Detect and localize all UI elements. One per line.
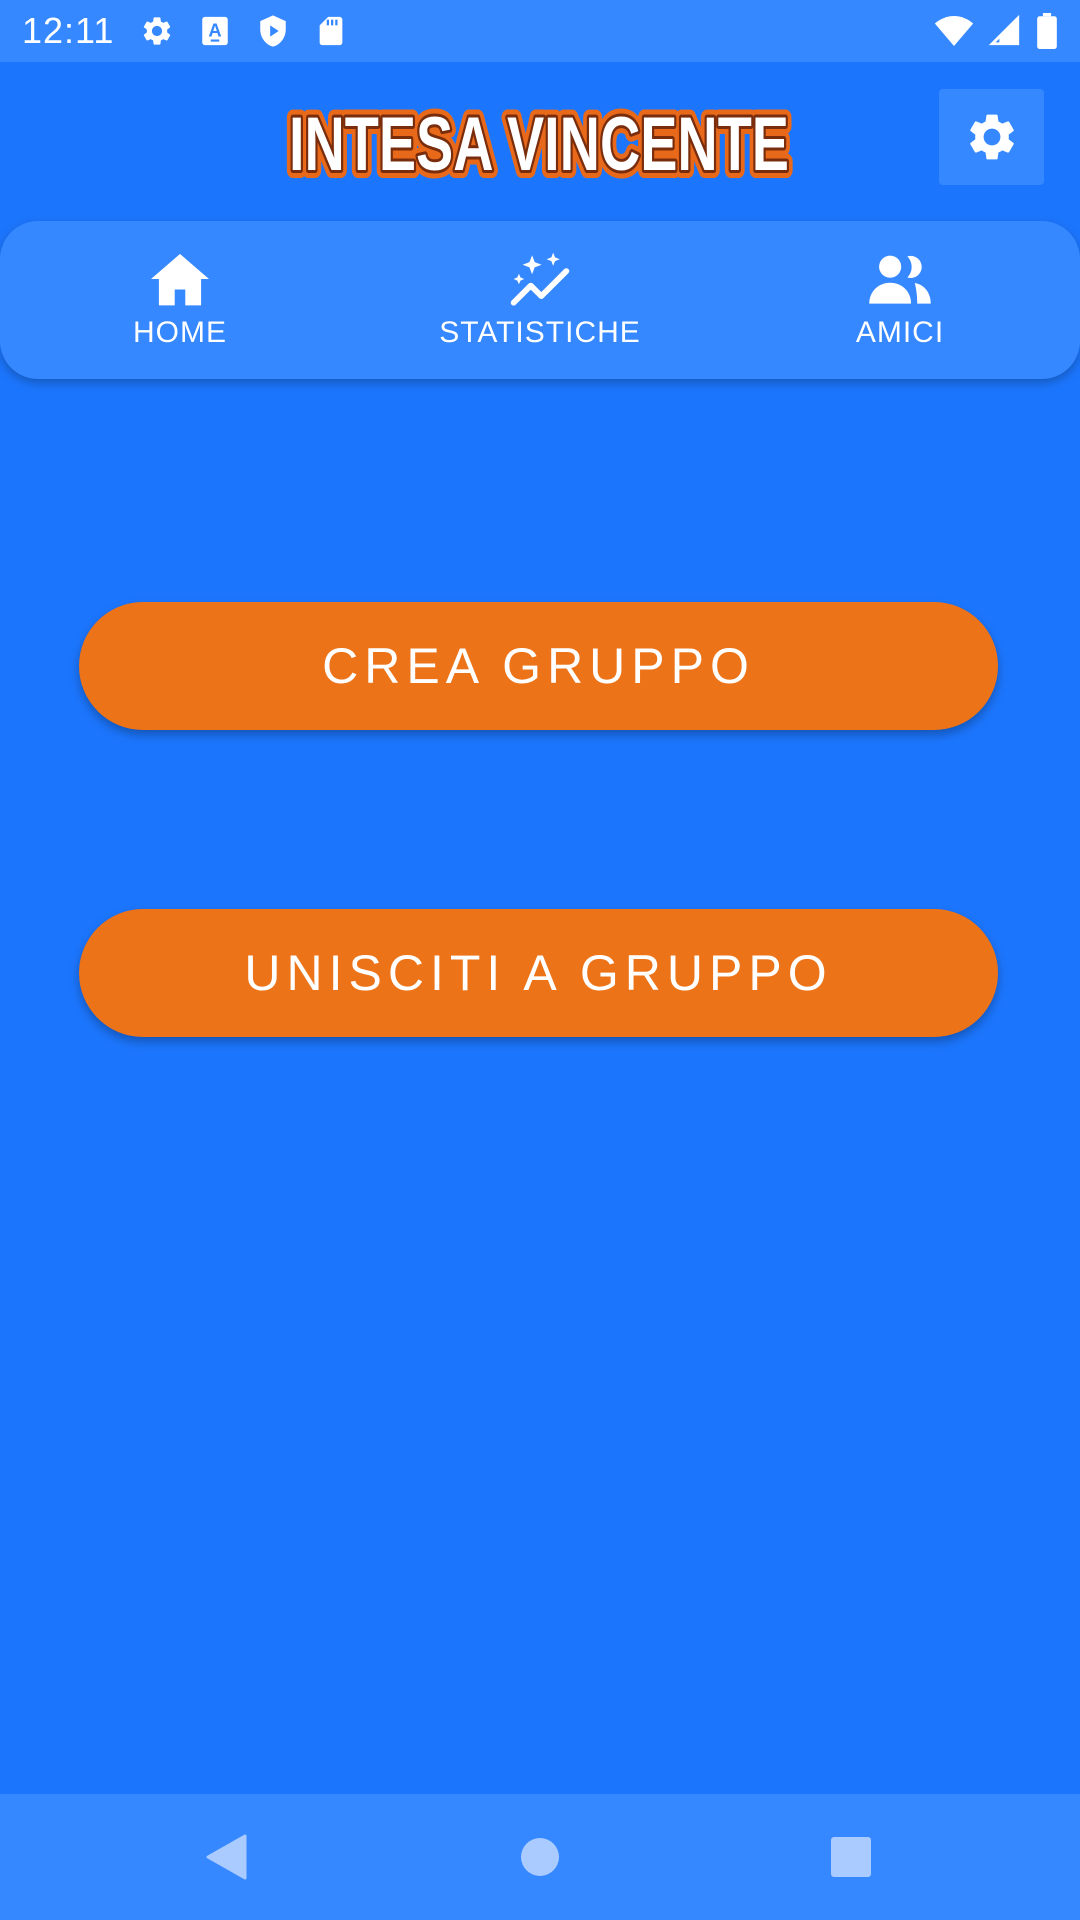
keyboard-a-icon: A (202, 16, 229, 46)
gear-icon (969, 114, 1014, 160)
home-circle-icon (521, 1838, 559, 1876)
stats-sparkle-icon (510, 252, 570, 306)
signal-icon (988, 14, 1020, 46)
tab-statistics-label: STATISTICHE (439, 316, 641, 349)
tab-bar: HOME STATISTICHE AMICI (0, 221, 1080, 379)
sd-card-icon (320, 16, 343, 46)
settings-button[interactable] (939, 89, 1044, 185)
recents-icon (831, 1837, 871, 1877)
friends-icon (869, 255, 931, 304)
status-icons-right (934, 13, 1058, 49)
status-bar: 12:11 A (0, 0, 1080, 62)
create-group-button[interactable]: CREA GRUPPO (79, 602, 998, 730)
tab-friends-label: AMICI (855, 316, 945, 349)
header: INTESA VINCENTE INTESA VINCENTE INTESA V… (0, 62, 1080, 222)
svg-text:INTESA VINCENTE: INTESA VINCENTE (289, 102, 789, 187)
svg-text:A: A (209, 20, 222, 41)
play-protect-icon (260, 15, 287, 47)
back-button[interactable] (193, 1824, 259, 1890)
settings-icon (144, 17, 171, 45)
wifi-icon (934, 16, 974, 46)
tab-statistics[interactable]: STATISTICHE (360, 221, 720, 379)
status-time: 12:11 (22, 10, 115, 51)
home-nav-button[interactable] (507, 1824, 573, 1890)
back-icon (206, 1834, 247, 1880)
tab-home-label: HOME (133, 316, 227, 349)
tab-friends[interactable]: AMICI (720, 221, 1080, 379)
home-icon (151, 253, 209, 306)
join-group-button[interactable]: UNISCITI A GRUPPO (79, 909, 998, 1037)
app-logo: INTESA VINCENTE INTESA VINCENTE INTESA V… (282, 100, 796, 192)
tab-home[interactable]: HOME (0, 221, 360, 379)
battery-icon (1037, 13, 1057, 49)
status-icons-left: A (140, 14, 348, 48)
navigation-bar (0, 1794, 1080, 1920)
recents-button[interactable] (818, 1824, 884, 1890)
